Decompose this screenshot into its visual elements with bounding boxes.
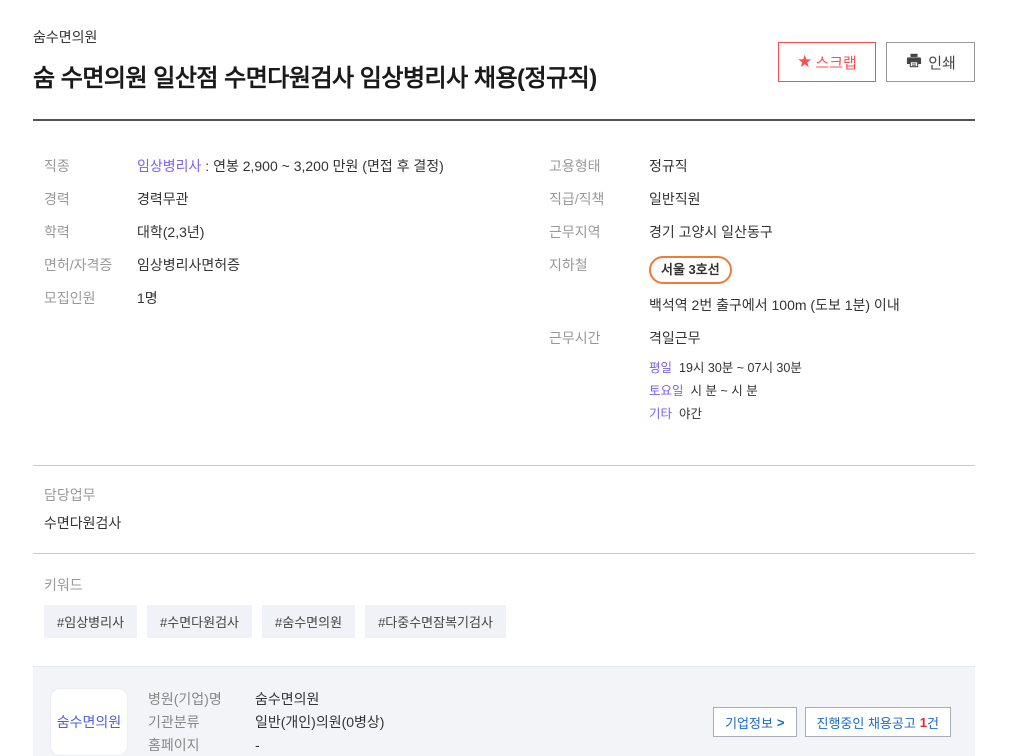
divider-top bbox=[33, 119, 975, 121]
scrap-button-label: 스크랩 bbox=[815, 52, 856, 73]
header-buttons: ★ 스크랩 인쇄 bbox=[778, 42, 975, 82]
details-left-column: 직종 임상병리사 : 연봉 2,900 ~ 3,200 만원 (면접 후 결정)… bbox=[44, 157, 549, 444]
scrap-button[interactable]: ★ 스크랩 bbox=[778, 42, 876, 82]
row-label: 병원(기업)명 bbox=[148, 690, 255, 709]
company-info: 병원(기업)명 숨수면의원 기관분류 일반(개인)의원(0병상) 홈페이지 - bbox=[148, 686, 384, 756]
keywords-section: 키워드 #임상병리사 #수면다원검사 #숨수면의원 #다중수면잠복기검사 bbox=[33, 575, 975, 638]
keyword-chip[interactable]: #숨수면의원 bbox=[262, 605, 355, 638]
keyword-chips: #임상병리사 #수면다원검사 #숨수면의원 #다중수면잠복기검사 bbox=[44, 605, 975, 638]
row-value: 경기 고양시 일산동구 bbox=[649, 223, 773, 242]
keywords-label: 키워드 bbox=[44, 575, 975, 595]
row-value: 임상병리사 : 연봉 2,900 ~ 3,200 만원 (면접 후 결정) bbox=[137, 157, 444, 176]
details-right-column: 고용형태 정규직 직급/직책 일반직원 근무지역 경기 고양시 일산동구 지하철… bbox=[549, 157, 975, 444]
row-label: 홈페이지 bbox=[148, 736, 255, 755]
company-logo[interactable]: 숨수면의원 bbox=[50, 688, 128, 756]
row-work-time: 근무시간 격일근무 평일 19시 30분 ~ 07시 30분 토요일 시 분 ~ 시… bbox=[549, 329, 975, 430]
row-value: 1명 bbox=[137, 289, 158, 308]
row-license: 면허/자격증 임상병리사면허증 bbox=[44, 256, 549, 275]
duty-section: 담당업무 수면다원검사 bbox=[33, 485, 975, 533]
job-details: 직종 임상병리사 : 연봉 2,900 ~ 3,200 만원 (면접 후 결정)… bbox=[33, 157, 975, 444]
salary-text: : 연봉 2,900 ~ 3,200 만원 (면접 후 결정) bbox=[201, 158, 443, 174]
schedule-weekday: 평일 19시 30분 ~ 07시 30분 bbox=[649, 361, 802, 376]
row-label: 경력 bbox=[44, 190, 137, 209]
row-label: 면허/자격증 bbox=[44, 256, 137, 275]
company-info-button[interactable]: 기업정보 > bbox=[713, 707, 796, 737]
divider bbox=[33, 465, 975, 466]
printer-icon bbox=[905, 52, 928, 73]
company-panel-buttons: 기업정보 > 진행중인 채용공고 1 건 bbox=[713, 707, 951, 737]
schedule-day-label: 평일 bbox=[649, 361, 672, 375]
work-schedule: 평일 19시 30분 ~ 07시 30분 토요일 시 분 ~ 시 분 기타 야간 bbox=[649, 361, 802, 422]
schedule-saturday: 토요일 시 분 ~ 시 분 bbox=[649, 384, 802, 399]
company-panel: 숨수면의원 병원(기업)명 숨수면의원 기관분류 일반(개인)의원(0병상) 홈… bbox=[33, 666, 975, 756]
company-name-small: 숨수면의원 bbox=[33, 27, 778, 47]
schedule-time: 야간 bbox=[679, 407, 702, 421]
schedule-day-label: 기타 bbox=[649, 407, 672, 421]
row-subway: 지하철 서울 3호선 백석역 2번 출구에서 100m (도보 1분) 이내 bbox=[549, 256, 975, 315]
row-label: 직종 bbox=[44, 157, 137, 176]
row-headcount: 모집인원 1명 bbox=[44, 289, 549, 308]
row-position: 직급/직책 일반직원 bbox=[549, 190, 975, 209]
duty-label: 담당업무 bbox=[44, 485, 975, 505]
row-label: 근무시간 bbox=[549, 329, 649, 430]
company-info-button-label: 기업정보 bbox=[725, 713, 773, 732]
schedule-etc: 기타 야간 bbox=[649, 407, 802, 422]
row-value: 정규직 bbox=[649, 157, 688, 176]
page-title: 숨 수면의원 일산점 수면다원검사 임상병리사 채용(정규직) bbox=[33, 58, 778, 93]
row-label: 기관분류 bbox=[148, 713, 255, 732]
schedule-day-label: 토요일 bbox=[649, 384, 684, 398]
company-type-row: 기관분류 일반(개인)의원(0병상) bbox=[148, 713, 384, 732]
row-work-region: 근무지역 경기 고양시 일산동구 bbox=[549, 223, 975, 242]
divider bbox=[33, 553, 975, 554]
row-label: 모집인원 bbox=[44, 289, 137, 308]
row-value: 경력무관 bbox=[137, 190, 189, 209]
active-jobs-count: 1 bbox=[920, 715, 927, 730]
keyword-chip[interactable]: #수면다원검사 bbox=[147, 605, 252, 638]
subway-line-badge: 서울 3호선 bbox=[649, 256, 732, 284]
row-label: 학력 bbox=[44, 223, 137, 242]
chevron-right-icon: > bbox=[777, 715, 785, 730]
job-posting-page: 숨수면의원 숨 수면의원 일산점 수면다원검사 임상병리사 채용(정규직) ★ … bbox=[0, 0, 1009, 756]
subway-value: 서울 3호선 백석역 2번 출구에서 100m (도보 1분) 이내 bbox=[649, 256, 900, 315]
job-category-link[interactable]: 임상병리사 bbox=[137, 158, 201, 174]
work-time-type: 격일근무 bbox=[649, 329, 802, 348]
row-employment-type: 고용형태 정규직 bbox=[549, 157, 975, 176]
row-label: 고용형태 bbox=[549, 157, 649, 176]
company-name-row: 병원(기업)명 숨수면의원 bbox=[148, 690, 384, 709]
row-label: 근무지역 bbox=[549, 223, 649, 242]
active-jobs-button-label: 진행중인 채용공고 bbox=[817, 713, 916, 732]
row-value: 일반(개인)의원(0병상) bbox=[255, 713, 384, 732]
row-label: 직급/직책 bbox=[549, 190, 649, 209]
row-job-category: 직종 임상병리사 : 연봉 2,900 ~ 3,200 만원 (면접 후 결정) bbox=[44, 157, 549, 176]
star-icon: ★ bbox=[797, 52, 812, 72]
schedule-time: 시 분 ~ 시 분 bbox=[691, 384, 758, 398]
company-homepage-row: 홈페이지 - bbox=[148, 736, 384, 755]
keyword-chip[interactable]: #임상병리사 bbox=[44, 605, 137, 638]
subway-note: 백석역 2번 출구에서 100m (도보 1분) 이내 bbox=[649, 296, 900, 315]
row-value: - bbox=[255, 736, 260, 755]
header-titles: 숨수면의원 숨 수면의원 일산점 수면다원검사 임상병리사 채용(정규직) bbox=[33, 27, 778, 93]
active-jobs-unit: 건 bbox=[927, 713, 939, 732]
print-button-label: 인쇄 bbox=[928, 52, 956, 73]
row-career: 경력 경력무관 bbox=[44, 190, 549, 209]
row-value: 대학(2,3년) bbox=[137, 223, 204, 242]
row-value: 임상병리사면허증 bbox=[137, 256, 240, 275]
row-education: 학력 대학(2,3년) bbox=[44, 223, 549, 242]
active-jobs-button[interactable]: 진행중인 채용공고 1 건 bbox=[805, 707, 952, 737]
print-button[interactable]: 인쇄 bbox=[886, 42, 975, 82]
row-label: 지하철 bbox=[549, 256, 649, 315]
duty-value: 수면다원검사 bbox=[44, 513, 975, 533]
header: 숨수면의원 숨 수면의원 일산점 수면다원검사 임상병리사 채용(정규직) ★ … bbox=[33, 27, 975, 93]
keyword-chip[interactable]: #다중수면잠복기검사 bbox=[365, 605, 506, 638]
row-value: 숨수면의원 bbox=[255, 690, 319, 709]
work-time-value: 격일근무 평일 19시 30분 ~ 07시 30분 토요일 시 분 ~ 시 분 기타… bbox=[649, 329, 802, 430]
schedule-time: 19시 30분 ~ 07시 30분 bbox=[679, 361, 802, 375]
row-value: 일반직원 bbox=[649, 190, 701, 209]
